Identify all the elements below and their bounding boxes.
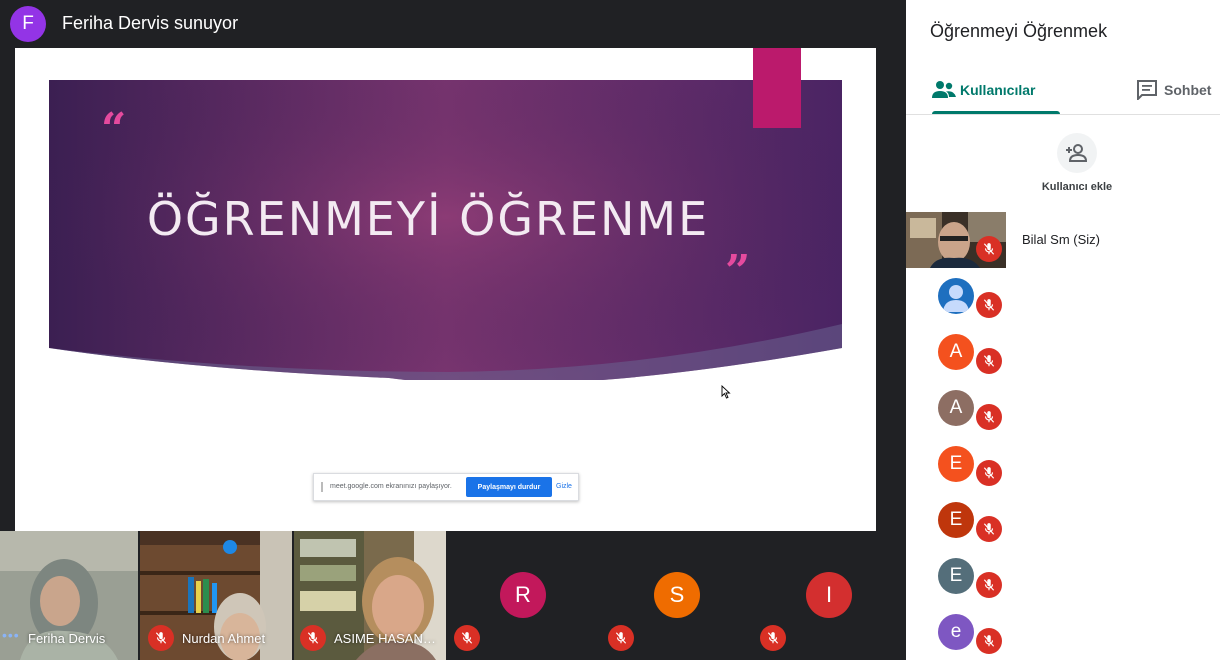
meet-window: F Feriha Dervis sunuyor “ ÖĞRENMEYİ ÖĞRE… bbox=[0, 0, 1220, 660]
presentation-area: F Feriha Dervis sunuyor “ ÖĞRENMEYİ ÖĞRE… bbox=[0, 0, 906, 660]
participant-name: Feriha Dervis bbox=[28, 631, 106, 646]
mic-off-icon bbox=[976, 348, 1002, 374]
people-icon bbox=[932, 81, 956, 98]
close-quote-mark: ” bbox=[725, 246, 751, 297]
tab-people[interactable]: Kullanıcılar bbox=[932, 72, 1060, 114]
tab-people-label: Kullanıcılar bbox=[960, 82, 1036, 98]
presenter-bar: F Feriha Dervis sunuyor bbox=[0, 0, 906, 48]
participant-avatar: A bbox=[938, 334, 974, 370]
slide-accent-bar bbox=[753, 48, 801, 128]
side-panel: Öğrenmeyi Öğrenmek Kullanıcılar Sohbet K… bbox=[906, 0, 1220, 660]
mic-off-icon bbox=[976, 404, 1002, 430]
participant-tile[interactable]: ASIME HASAN… bbox=[294, 531, 446, 660]
participant-avatar: E bbox=[938, 558, 974, 594]
participant-avatar: E bbox=[938, 502, 974, 538]
add-user-button[interactable]: Kullanıcı ekle bbox=[1026, 132, 1126, 196]
participant-name: Nurdan Ahmet bbox=[182, 631, 266, 646]
participant-row[interactable] bbox=[906, 268, 1220, 324]
mic-off-icon bbox=[300, 625, 326, 651]
stop-sharing-button[interactable]: Paylaşmayı durdur bbox=[466, 477, 552, 497]
participant-avatar: e bbox=[938, 614, 974, 650]
screen-share-bar: meet.google.com ekranınızı paylaşıyor. P… bbox=[313, 473, 579, 501]
participant-avatar: A bbox=[938, 390, 974, 426]
divider bbox=[906, 114, 1220, 115]
share-status-text: meet.google.com ekranınızı paylaşıyor. bbox=[330, 483, 452, 490]
participant-tile[interactable]: R bbox=[448, 531, 600, 660]
participant-tile[interactable]: Nurdan Ahmet bbox=[140, 531, 292, 660]
participant-row[interactable]: E bbox=[906, 436, 1220, 492]
open-quote-mark: “ bbox=[101, 104, 127, 155]
participant-name: ASIME HASAN… bbox=[334, 631, 436, 646]
mic-off-icon bbox=[760, 625, 786, 651]
participant-tile[interactable]: S bbox=[602, 531, 754, 660]
chat-icon bbox=[1137, 80, 1157, 100]
participant-filmstrip: ••• Feriha Dervis Nurdan Ahmet ASIME HAS… bbox=[0, 531, 906, 660]
add-user-icon bbox=[1057, 133, 1097, 173]
participant-avatar: I bbox=[806, 572, 852, 618]
mic-off-icon bbox=[976, 292, 1002, 318]
presenter-avatar: F bbox=[10, 6, 46, 42]
participant-avatar: E bbox=[938, 446, 974, 482]
participant-avatar: S bbox=[654, 572, 700, 618]
presenter-title: Feriha Dervis sunuyor bbox=[62, 13, 239, 33]
mic-off-icon bbox=[148, 625, 174, 651]
participant-row[interactable]: E bbox=[906, 492, 1220, 548]
participant-tile[interactable]: I bbox=[756, 531, 906, 660]
participant-row[interactable]: e bbox=[906, 604, 1220, 660]
mic-off-icon bbox=[976, 516, 1002, 542]
tab-chat-label: Sohbet bbox=[1164, 82, 1212, 98]
mic-off-icon bbox=[608, 625, 634, 651]
mic-off-icon bbox=[976, 236, 1002, 262]
drag-handle-icon[interactable] bbox=[321, 482, 323, 492]
participant-tile[interactable]: ••• Feriha Dervis bbox=[0, 531, 138, 660]
speaking-indicator-icon: ••• bbox=[2, 627, 20, 643]
profile-avatar-icon bbox=[938, 278, 974, 314]
participant-row[interactable]: A bbox=[906, 324, 1220, 380]
mouse-cursor-icon bbox=[721, 385, 731, 399]
slide-title: ÖĞRENMEYİ ÖĞRENME bbox=[146, 192, 710, 246]
mic-off-icon bbox=[976, 572, 1002, 598]
mic-off-icon bbox=[454, 625, 480, 651]
participant-row[interactable]: E bbox=[906, 548, 1220, 604]
shared-screen: “ ÖĞRENMEYİ ÖĞRENME ” meet.google.com ek… bbox=[15, 48, 876, 531]
add-user-label: Kullanıcı ekle bbox=[1041, 181, 1113, 193]
participant-row[interactable]: A bbox=[906, 380, 1220, 436]
mic-off-icon bbox=[976, 628, 1002, 654]
participant-name: Bilal Sm (Siz) bbox=[1022, 232, 1101, 247]
mic-off-icon bbox=[976, 460, 1002, 486]
meeting-title: Öğrenmeyi Öğrenmek bbox=[930, 21, 1108, 41]
participant-row[interactable]: Bilal Sm (Siz) bbox=[906, 212, 1220, 268]
hide-share-bar-link[interactable]: Gizle bbox=[556, 483, 572, 490]
tab-chat[interactable]: Sohbet bbox=[1136, 72, 1220, 114]
participant-avatar: R bbox=[500, 572, 546, 618]
